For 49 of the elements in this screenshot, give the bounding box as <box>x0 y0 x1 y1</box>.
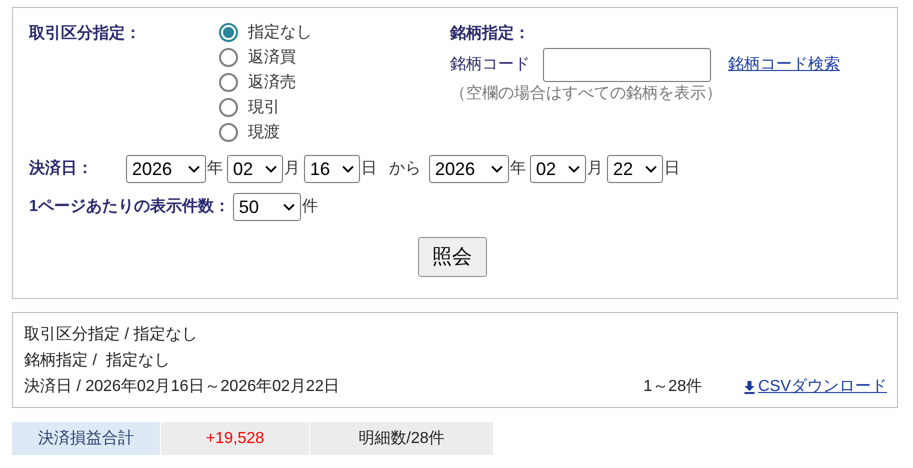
field-label: 取引区分指定： <box>29 23 142 44</box>
month-select[interactable]: 02 <box>227 155 283 183</box>
radio-option[interactable]: 現渡 <box>219 120 450 145</box>
year-select[interactable]: 2026 <box>429 155 509 183</box>
field-label: 1ページあたりの表示件数： <box>29 196 230 217</box>
symbol-search-link[interactable]: 銘柄コード検索 <box>728 53 840 77</box>
month-select[interactable]: 02 <box>530 155 586 183</box>
field-label: 決済日： <box>29 158 94 179</box>
chevron-down-icon <box>342 165 354 173</box>
radio-option[interactable]: 返済買 <box>219 45 450 70</box>
condition-text: 取引区分指定 / 指定なし <box>24 324 198 345</box>
radio-option[interactable]: 返済売 <box>219 70 450 95</box>
download-icon <box>744 380 756 394</box>
day-select[interactable]: 22 <box>607 155 663 183</box>
radio-icon[interactable] <box>219 48 238 67</box>
field-label: 銘柄指定： <box>450 23 531 44</box>
chevron-down-icon <box>265 165 277 173</box>
chevron-down-icon <box>491 165 503 173</box>
date-unit: 日 <box>361 159 377 179</box>
radio-icon[interactable] <box>219 73 238 92</box>
date-unit: 年 <box>207 159 223 179</box>
symbol-code-field[interactable] <box>543 48 711 82</box>
total-value: +19,528 <box>161 422 309 455</box>
day-select[interactable]: 16 <box>304 155 360 183</box>
range-separator: から <box>389 159 421 179</box>
condition-text: 銘柄指定 / 指定なし <box>24 350 170 371</box>
hint-text: （空欄の場合はすべての銘柄を表示） <box>450 84 723 104</box>
field-label: 銘柄コード <box>450 55 530 75</box>
radio-icon[interactable] <box>219 123 238 142</box>
radio-icon[interactable] <box>219 98 238 117</box>
year-select[interactable]: 2026 <box>126 155 206 183</box>
per-page-select[interactable]: 50 <box>232 193 301 221</box>
radio-option[interactable]: 指定なし <box>219 20 450 45</box>
result-count: 1～28件 <box>643 377 702 397</box>
radio-icon[interactable] <box>219 23 238 42</box>
date-unit: 月 <box>587 159 603 179</box>
radio-option[interactable]: 現引 <box>219 95 450 120</box>
unit-text: 件 <box>302 197 318 217</box>
date-unit: 月 <box>284 159 300 179</box>
chevron-down-icon <box>645 165 657 173</box>
total-label: 決済損益合計 <box>12 422 160 455</box>
submit-button[interactable]: 照会 <box>418 237 486 277</box>
chevron-down-icon <box>568 165 580 173</box>
date-unit: 日 <box>664 159 680 179</box>
date-unit: 年 <box>510 159 526 179</box>
chevron-down-icon <box>188 165 200 173</box>
chevron-down-icon <box>282 203 295 211</box>
detail-count: 明細数/28件 <box>310 422 493 455</box>
condition-text: 決済日 / 2026年02月16日～2026年02月22日 <box>24 376 340 397</box>
